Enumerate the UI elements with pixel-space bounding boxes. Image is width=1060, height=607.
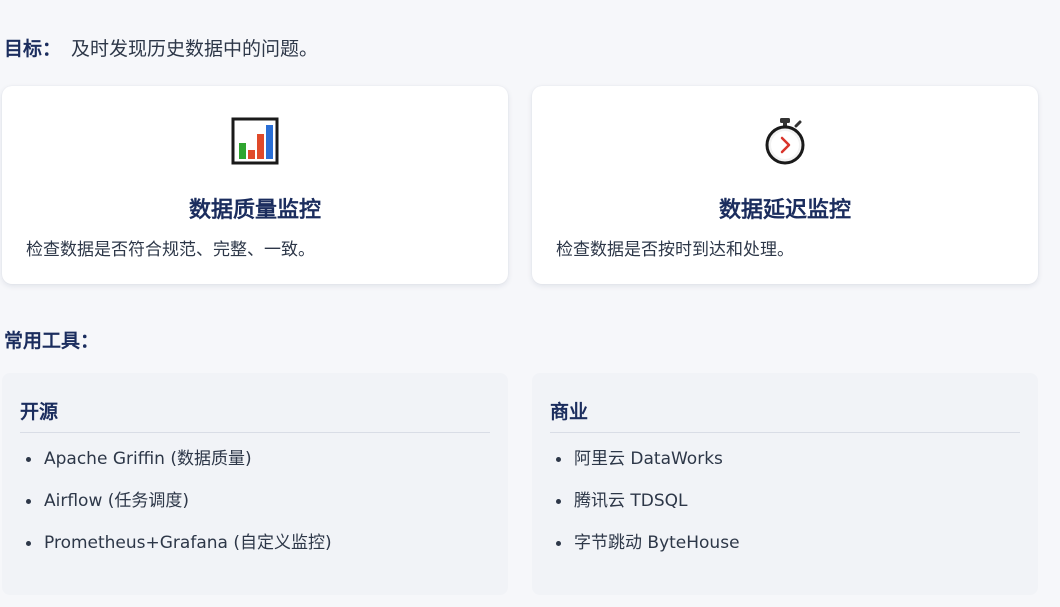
commercial-tools-panel: 商业 阿里云 DataWorks 腾讯云 TDSQL 字节跳动 ByteHous… <box>532 373 1038 595</box>
list-item: 阿里云 DataWorks <box>556 447 1028 489</box>
list-item: Apache Griffin (数据质量) <box>26 447 498 489</box>
panel-heading: 商业 <box>550 397 1020 433</box>
open-source-tools-panel: 开源 Apache Griffin (数据质量) Airflow (任务调度) … <box>2 373 508 595</box>
card-data-quality-monitoring: 数据质量监控 检查数据是否符合规范、完整、一致。 <box>2 86 508 284</box>
list-item: 字节跳动 ByteHouse <box>556 531 1028 573</box>
panel-heading: 开源 <box>20 397 490 433</box>
list-item: Airflow (任务调度) <box>26 489 498 531</box>
tool-list: 阿里云 DataWorks 腾讯云 TDSQL 字节跳动 ByteHouse <box>556 447 1028 573</box>
list-item: 腾讯云 TDSQL <box>556 489 1028 531</box>
card-data-latency-monitoring: 数据延迟监控 检查数据是否按时到达和处理。 <box>532 86 1038 284</box>
card-title: 数据质量监控 <box>188 198 321 223</box>
goal-text: 及时发现历史数据中的问题。 <box>71 38 319 60</box>
page: 目标： 及时发现历史数据中的问题。 数据质量监控 检查数据是否符合规范、完整、一致… <box>0 0 1060 607</box>
goal-label: 目标： <box>4 38 62 60</box>
card-title: 数据延迟监控 <box>718 198 851 223</box>
card-description: 检查数据是否符合规范、完整、一致。 <box>26 240 315 260</box>
stopwatch-icon <box>765 118 805 165</box>
tools-title: 常用工具： <box>4 330 100 352</box>
tool-list: Apache Griffin (数据质量) Airflow (任务调度) Pro… <box>26 447 498 573</box>
bar-chart-icon <box>231 117 279 165</box>
goal-statement: 目标： 及时发现历史数据中的问题。 <box>4 36 318 62</box>
card-description: 检查数据是否按时到达和处理。 <box>556 240 794 260</box>
list-item: Prometheus+Grafana (自定义监控) <box>26 531 498 573</box>
